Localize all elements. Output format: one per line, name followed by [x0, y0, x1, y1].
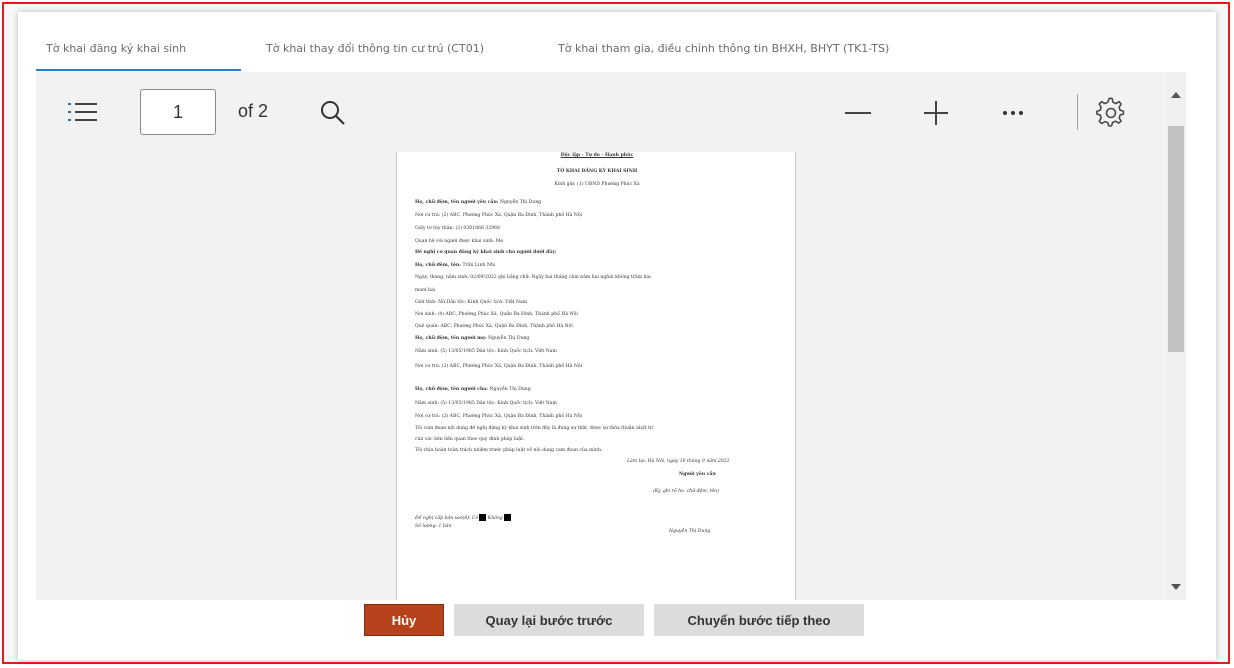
child-gender: Giới tính: Nữ Dân tộc: Kinh Quốc tịch: V…	[415, 300, 528, 305]
checkbox-no	[503, 514, 511, 521]
signer-title: Người yêu cầu	[679, 472, 716, 477]
vertical-scrollbar[interactable]	[1166, 72, 1186, 600]
page-number-input[interactable]: 1	[140, 89, 216, 135]
toolbar-divider	[1077, 94, 1078, 130]
commitment-2: của các bên liên quan theo quy định pháp…	[415, 437, 525, 442]
screenshot-frame: Tờ khai đăng ký khai sinh Tờ khai thay đ…	[2, 2, 1230, 664]
scrollbar-thumb[interactable]	[1168, 126, 1184, 352]
cancel-button[interactable]: Hủy	[364, 604, 444, 636]
copy-count: Số lượng: 1 bản	[415, 524, 452, 529]
child-name: Họ, chữ đệm, tên: Trần Linh Nhi	[415, 263, 496, 268]
zoom-in-icon[interactable]	[920, 97, 952, 129]
pdf-viewer: 1 of 2 Độc lập - Tự do - Hạnh phúc TỜ KH…	[36, 72, 1186, 600]
child-hometown: Quê quán: ABC, Phường Phúc Xá, Quận Ba Đ…	[415, 324, 573, 329]
requester-name: Họ, chữ đệm, tên người yêu cầu: Nguyễn T…	[415, 200, 542, 205]
document-area[interactable]: Độc lập - Tự do - Hạnh phúc TỜ KHAI ĐĂNG…	[36, 152, 1166, 600]
birth-registration-form: Độc lập - Tự do - Hạnh phúc TỜ KHAI ĐĂNG…	[397, 152, 797, 600]
recipient: Kính gửi: (1) UBND Phường Phúc Xá	[554, 182, 640, 187]
requester-relation: Quan hệ với người được khai sinh: Mẹ	[415, 239, 504, 244]
father-name: Họ, chữ đệm, tên người cha: Nguyễn Thị D…	[415, 387, 531, 392]
requester-residence: Nơi cư trú: (2) ABC, Phường Phúc Xá, Quậ…	[415, 213, 583, 218]
more-icon[interactable]	[996, 98, 1030, 128]
signature-name: Nguyễn Thị Dung	[669, 529, 711, 534]
father-dob: Năm sinh: (5) 13/05/1985 Dân tộc: Kinh Q…	[415, 401, 557, 406]
form-title: TỜ KHAI ĐĂNG KÝ KHAI SINH	[556, 169, 638, 174]
scroll-up-icon[interactable]	[1171, 92, 1181, 98]
pdf-page: Độc lập - Tự do - Hạnh phúc TỜ KHAI ĐĂNG…	[396, 152, 796, 600]
mother-residence: Nơi cư trú: (2) ABC, Phường Phúc Xá, Quậ…	[415, 364, 583, 369]
search-icon[interactable]	[318, 98, 348, 128]
pdf-toolbar: 1 of 2	[36, 72, 1166, 152]
tab-social-insurance[interactable]: Tờ khai tham gia, điều chỉnh thông tin B…	[558, 42, 889, 55]
tab-residence-change[interactable]: Tờ khai thay đổi thông tin cư trú (CT01)	[266, 42, 484, 55]
copy-request: Đề nghị cấp bản sao(6): Có Không	[415, 514, 511, 521]
tab-bar: Tờ khai đăng ký khai sinh Tờ khai thay đ…	[18, 12, 1216, 72]
mother-dob: Năm sinh: (5) 13/05/1985 Dân tộc: Kinh Q…	[415, 349, 557, 354]
child-dob: Ngày, tháng, năm sinh: 02/09/2022 ghi bằ…	[415, 275, 651, 280]
checkbox-yes	[479, 514, 487, 521]
commitment-3: Tôi chịu hoàn toàn trách nhiệm trước phá…	[415, 448, 603, 453]
settings-icon[interactable]	[1094, 96, 1128, 130]
child-birthplace: Nơi sinh: (4) ABC, Phường Phúc Xá, Quận …	[415, 312, 578, 317]
request-statement: Đề nghị cơ quan đăng ký khai sinh cho ng…	[415, 250, 557, 255]
signer-note: (Ký, ghi rõ họ, chữ đệm, tên)	[653, 489, 719, 494]
requester-id: Giấy tờ tùy thân: (3) 0301868 32968	[415, 226, 500, 231]
page-total-label: of 2	[238, 101, 269, 121]
place-date: Làm tại: Hà Nội, ngày 16 tháng 9 năm 202…	[627, 459, 730, 464]
form-panel: Tờ khai đăng ký khai sinh Tờ khai thay đ…	[18, 12, 1216, 660]
father-residence: Nơi cư trú: (2) ABC, Phường Phúc Xá, Quậ…	[415, 414, 583, 419]
tab-birth-registration[interactable]: Tờ khai đăng ký khai sinh	[46, 42, 186, 55]
back-button[interactable]: Quay lại bước trước	[454, 604, 644, 636]
active-tab-indicator	[36, 69, 241, 71]
zoom-out-icon[interactable]	[840, 98, 876, 128]
mother-name: Họ, chữ đệm, tên người mẹ: Nguyễn Thị Du…	[415, 336, 530, 341]
list-icon[interactable]	[66, 98, 100, 126]
commitment-1: Tôi cam đoan nội dung đề nghị đăng ký kh…	[415, 426, 654, 431]
motto: Độc lập - Tự do - Hạnh phúc	[560, 153, 634, 158]
scroll-down-icon[interactable]	[1171, 584, 1181, 590]
next-button[interactable]: Chuyển bước tiếp theo	[654, 604, 864, 636]
child-dob-cont: mươi hai	[415, 288, 436, 293]
